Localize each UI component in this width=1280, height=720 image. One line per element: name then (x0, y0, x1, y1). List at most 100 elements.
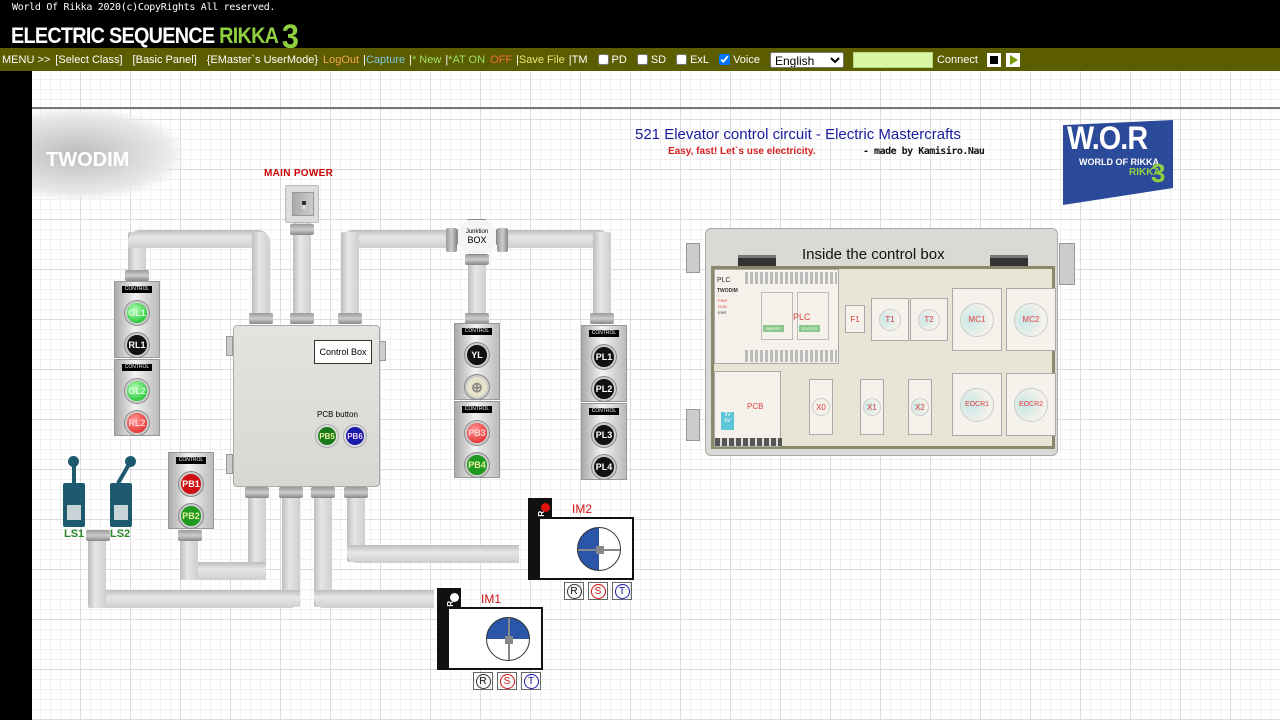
lamp-pl3: PL3 (592, 423, 616, 447)
motor-rotor-icon (486, 617, 530, 661)
limit-switch-ls2[interactable] (110, 456, 136, 527)
user-mode-link[interactable]: {EMaster`s UserMode} (207, 54, 318, 66)
junction-box-line2: BOX (467, 235, 487, 245)
voice-checkbox-input[interactable] (719, 54, 731, 65)
contactor-mc2-label: MC2 (1014, 302, 1048, 337)
control-tag: CONTROL (175, 457, 207, 464)
exl-checkbox[interactable]: ExL (676, 54, 709, 66)
phase-s: S (588, 582, 608, 600)
plc-led-err: ERR (718, 310, 727, 315)
control-tag: CONTROL (588, 330, 620, 337)
ls2-label: LS2 (110, 528, 131, 540)
phase-s-label: S (590, 583, 606, 599)
button-pb2[interactable]: PB2 (179, 504, 203, 528)
plc-editor-button[interactable]: EDITOR (799, 325, 821, 332)
lamp-station-gl1-rl1: CONTROL GL1 RL1 (114, 281, 160, 358)
select-class-link[interactable]: [Select Class] (55, 54, 122, 66)
inside-panel: PLC TWODIM PWR RUN ERR PLC IMPORT EDITOR… (711, 266, 1056, 449)
lamp-station-pl3-pl4: CONTROL PL3 PL4 (581, 403, 627, 480)
relay-x1-label: X1 (863, 398, 881, 416)
control-tag: CONTROL (588, 408, 620, 415)
lamp-station-yl: CONTROL YL ⊕ (454, 323, 500, 400)
main-power-switch[interactable] (285, 185, 319, 223)
plc-module[interactable]: PLC TWODIM PWR RUN ERR PLC IMPORT EDITOR (714, 269, 839, 364)
plc-brand: TWODIM (717, 288, 738, 294)
language-select[interactable]: English (769, 51, 844, 68)
motor-status-led (541, 503, 550, 512)
twodim-watermark: TWODIM (32, 109, 182, 199)
menu-bar: MENU >> [Select Class] [Basic Panel] {EM… (0, 48, 1280, 71)
sd-checkbox[interactable]: SD (636, 54, 666, 66)
circuit-title: 521 Elevator control circuit - Electric … (635, 126, 961, 143)
phase-t-label: T (523, 673, 539, 689)
eocr-1[interactable]: EOCR1 (952, 373, 1002, 436)
timer-t1[interactable]: T1 (871, 298, 909, 341)
basic-panel-link[interactable]: [Basic Panel] (133, 54, 197, 66)
control-tag: CONTROL (461, 328, 493, 335)
phase-t: T (521, 672, 541, 690)
button-pb1[interactable]: PB1 (179, 472, 203, 496)
buzzer-icon: ⊕ (465, 375, 489, 399)
exl-checkbox-input[interactable] (676, 54, 688, 65)
new-link[interactable]: * New (412, 54, 441, 66)
phase-r-label: R (475, 673, 491, 689)
control-tag: CONTROL (121, 286, 153, 293)
motor-im1[interactable]: TWODIM MOTOR IM1 R S T (437, 588, 547, 693)
eocr-2[interactable]: EOCR2 (1006, 373, 1056, 436)
lamp-station-gl2-rl2: CONTROL GL2 RL2 (114, 359, 160, 436)
app-header: World Of Rikka 2020(c)CopyRights All res… (0, 0, 1280, 56)
junction-box: Junktion BOX (457, 219, 497, 255)
relay-x2[interactable]: X2 (908, 379, 932, 435)
relay-x0[interactable]: X0 (809, 379, 833, 435)
phase-s: S (497, 672, 517, 690)
phase-r: R (473, 672, 493, 690)
at-on-link[interactable]: *AT ON (448, 54, 485, 66)
timer-t1-label: T1 (879, 308, 901, 331)
inside-control-box: Inside the control box PLC TWODIM PWR RU… (686, 228, 1075, 456)
at-off-link[interactable]: OFF (490, 54, 512, 66)
eocr-2-label: EOCR2 (1014, 387, 1048, 422)
phase-s-label: S (499, 673, 515, 689)
timer-t2[interactable]: T2 (910, 298, 948, 341)
app-title: ELECTRIC SEQUENCE RIKKA 3 (11, 13, 299, 56)
sd-checkbox-input[interactable] (636, 54, 648, 65)
main-power-label: MAIN POWER (264, 168, 334, 179)
plc-import-button[interactable]: IMPORT (763, 325, 785, 332)
circuit-author: - made by Kamisiro.Nau (863, 146, 985, 157)
pd-checkbox[interactable]: PD (597, 54, 627, 66)
lever-knob-icon (68, 456, 79, 467)
contactor-mc1[interactable]: MC1 (952, 288, 1002, 351)
capture-link[interactable]: Capture (366, 54, 405, 66)
play-button[interactable] (1005, 52, 1020, 67)
lamp-pl1: PL1 (592, 345, 616, 369)
fuse-f1[interactable]: F1 (845, 305, 865, 333)
twodim-logo-text: TWODIM (46, 149, 130, 171)
pd-checkbox-input[interactable] (597, 54, 609, 65)
button-pb6[interactable]: PB6 (344, 425, 366, 447)
relay-x1[interactable]: X1 (860, 379, 884, 435)
logout-link[interactable]: LogOut (323, 54, 359, 66)
tm-link[interactable]: TM (572, 54, 588, 66)
contactor-mc2[interactable]: MC2 (1006, 288, 1056, 351)
limit-switch-ls1[interactable] (63, 456, 85, 527)
circuit-subtitle: Easy, fast! Let`s use electricity. (668, 146, 816, 157)
canvas-divider (32, 107, 1280, 109)
lamp-rl1: RL1 (125, 333, 149, 357)
eocr-1-label: EOCR1 (960, 387, 994, 422)
voice-checkbox[interactable]: Voice (719, 54, 760, 66)
pcb-module[interactable]: PCB 5V 6V (714, 371, 782, 447)
phase-r: R (564, 582, 584, 600)
contactor-mc1-label: MC1 (960, 302, 994, 337)
button-pb3[interactable]: PB3 (465, 421, 489, 445)
lamp-pl2: PL2 (592, 377, 616, 401)
timer-t2-label: T2 (918, 308, 940, 331)
menu-prefix: MENU >> (2, 53, 51, 66)
button-station-pb1-pb2: CONTROL PB1 PB2 (168, 452, 214, 529)
button-pb4[interactable]: PB4 (465, 453, 489, 477)
stop-button[interactable] (986, 52, 1001, 67)
button-pb5[interactable]: PB5 (316, 425, 338, 447)
connect-input[interactable] (852, 51, 933, 68)
save-file-link[interactable]: Save File (519, 54, 565, 66)
motor-name: IM1 (481, 592, 502, 606)
inside-box-title: Inside the control box (802, 246, 945, 263)
